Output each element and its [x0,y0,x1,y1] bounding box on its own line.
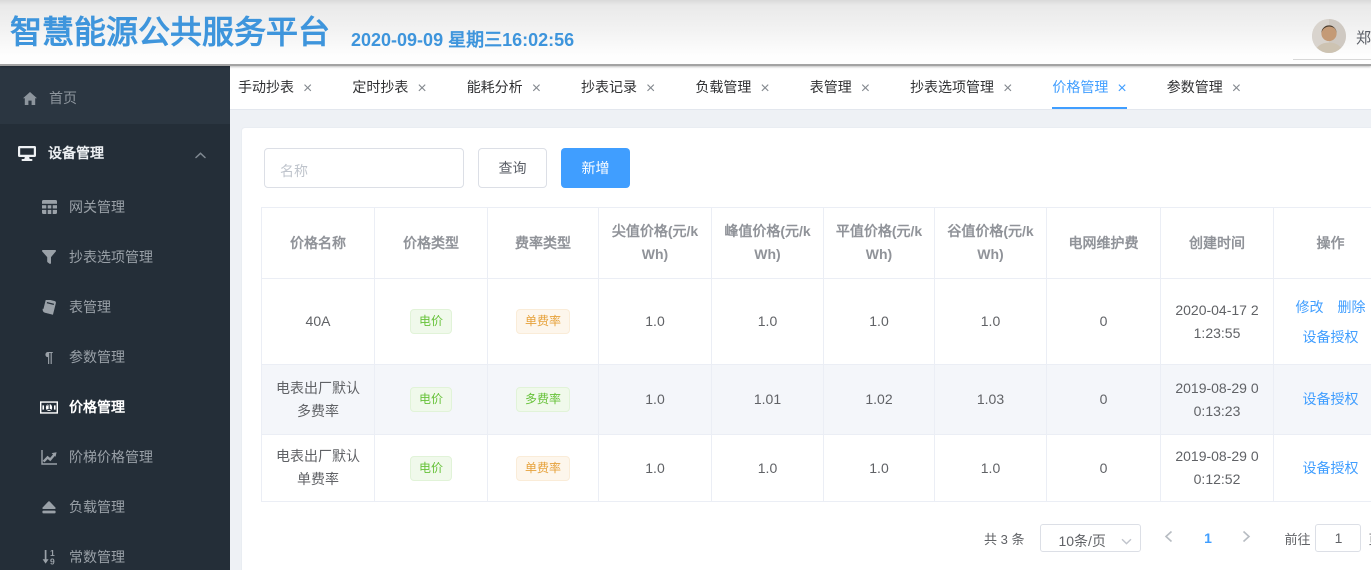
svg-text:9: 9 [50,557,55,565]
svg-text:1: 1 [47,403,52,412]
